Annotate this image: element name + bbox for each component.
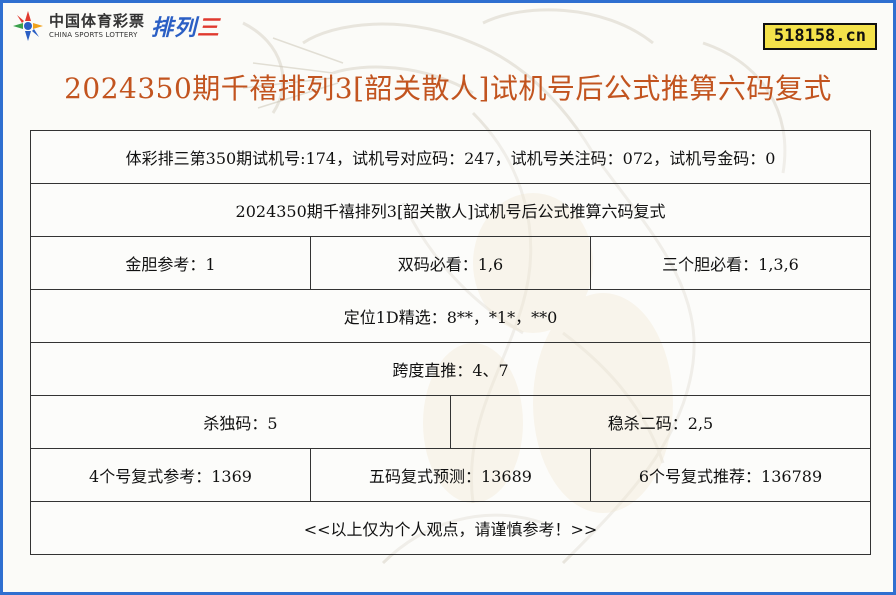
table-row: 体彩排三第350期试机号:174，试机号对应码：247，试机号关注码：072，试…: [29, 130, 872, 184]
table-row: 杀独码：5 稳杀二码：2,5: [30, 395, 872, 449]
table-row: 4个号复式参考：1369 五码复式预测：13689 6个号复式推荐：136789: [30, 448, 872, 502]
four-number-cell: 4个号复式参考：1369: [30, 448, 311, 502]
logo-english-text: CHINA SPORTS LOTTERY: [49, 30, 138, 39]
logo-game-part-a: 排列: [151, 16, 198, 41]
six-number-cell: 6个号复式推荐：136789: [589, 448, 872, 502]
three-code-cell: 三个胆必看：1,3,6: [589, 236, 872, 290]
kill-single-cell: 杀独码：5: [30, 395, 451, 449]
lottery-emblem-icon: [13, 11, 43, 41]
logo-game-name: 排列三: [151, 10, 220, 42]
table-row: 定位1D精选：8**，*1*，**0: [29, 289, 872, 343]
table-row: <<以上仅为个人观点，请谨慎参考！>>: [29, 501, 872, 555]
table-row: 金胆参考：1 双码必看：1,6 三个胆必看：1,3,6: [30, 236, 872, 290]
kill-two-cell: 稳杀二码：2,5: [449, 395, 872, 449]
table-row: 跨度直推：4、7: [29, 342, 872, 396]
china-sports-lottery-logo: 中国体育彩票 CHINA SPORTS LOTTERY 排列三: [11, 9, 220, 43]
table-subtitle: 2024350期千禧排列3[韶关散人]试机号后公式推算六码复式: [29, 183, 872, 237]
gold-reference-cell: 金胆参考：1: [30, 236, 311, 290]
table-row: 2024350期千禧排列3[韶关散人]试机号后公式推算六码复式: [29, 183, 872, 237]
double-code-cell: 双码必看：1,6: [310, 236, 591, 290]
page-frame: 中国体育彩票 CHINA SPORTS LOTTERY 排列三 518158.c…: [0, 0, 896, 595]
logo-chinese-text: 中国体育彩票: [49, 11, 146, 30]
site-badge: 518158.cn: [762, 23, 877, 50]
trial-number-info: 体彩排三第350期试机号:174，试机号对应码：247，试机号关注码：072，试…: [29, 130, 872, 184]
span-cell: 跨度直推：4、7: [29, 342, 872, 396]
logo-game-part-b: 三: [197, 16, 221, 41]
page-title: 2024350期千禧排列3[韶关散人]试机号后公式推算六码复式: [64, 72, 832, 105]
position-1d-cell: 定位1D精选：8**，*1*，**0: [29, 289, 872, 343]
prediction-table: 体彩排三第350期试机号:174，试机号对应码：247，试机号关注码：072，试…: [29, 130, 872, 555]
five-number-cell: 五码复式预测：13689: [310, 448, 591, 502]
disclaimer-cell: <<以上仅为个人观点，请谨慎参考！>>: [29, 501, 872, 555]
